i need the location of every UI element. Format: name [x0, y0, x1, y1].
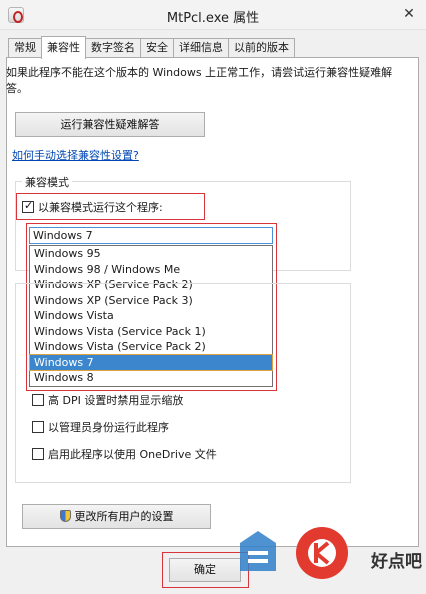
change-all-users-button[interactable]: 更改所有用户的设置 [22, 504, 211, 529]
setting-row-onedrive[interactable]: 启用此程序以使用 OneDrive 文件 [32, 446, 217, 462]
change-all-users-label: 更改所有用户的设置 [74, 510, 174, 523]
run-troubleshooter-button[interactable]: 运行兼容性疑难解答 [15, 112, 205, 137]
tab-details[interactable]: 详细信息 [173, 38, 229, 58]
setting-row-run-as-admin[interactable]: 以管理员身份运行此程序 [32, 419, 169, 435]
tab-strip: 常规 兼容性 数字签名 安全 详细信息 以前的版本 [8, 36, 295, 59]
tab-compatibility[interactable]: 兼容性 [41, 36, 86, 59]
tab-general[interactable]: 常规 [8, 38, 42, 58]
run-as-admin-checkbox[interactable] [32, 421, 44, 433]
close-button[interactable]: ✕ [398, 3, 420, 25]
title-bar: MtPcl.exe 属性 ✕ [0, 0, 426, 30]
manual-compat-link[interactable]: 如何手动选择兼容性设置? [12, 147, 139, 163]
setting-row-high-dpi[interactable]: 高 DPI 设置时禁用显示缩放 [32, 392, 183, 408]
compat-description: 如果此程序不能在这个版本的 Windows 上正常工作，请尝试运行兼容性疑难解答… [6, 66, 393, 95]
mode-option-win95[interactable]: Windows 95 [30, 246, 272, 262]
onedrive-checkbox[interactable] [32, 448, 44, 460]
watermark: 好点吧 [230, 521, 426, 591]
compat-mode-select[interactable]: Windows 7 [29, 227, 273, 244]
compat-mode-checkbox-label: 以兼容模式运行这个程序: [38, 201, 163, 214]
compat-mode-group-title: 兼容模式 [22, 174, 72, 190]
tab-digital-signatures[interactable]: 数字签名 [85, 38, 141, 58]
high-dpi-label: 高 DPI 设置时禁用显示缩放 [48, 394, 184, 407]
run-as-admin-label: 以管理员身份运行此程序 [48, 421, 169, 434]
compat-mode-checkbox-row[interactable]: 以兼容模式运行这个程序: [22, 199, 163, 215]
watermark-text: 好点吧 [371, 552, 422, 572]
uac-shield-icon [59, 510, 71, 522]
high-dpi-checkbox[interactable] [32, 394, 44, 406]
onedrive-label: 启用此程序以使用 OneDrive 文件 [48, 448, 217, 461]
window-title: MtPcl.exe 属性 [166, 11, 260, 26]
mode-option-win98[interactable]: Windows 98 / Windows Me [30, 262, 272, 278]
tab-security[interactable]: 安全 [140, 38, 174, 58]
tab-previous-versions[interactable]: 以前的版本 [228, 38, 295, 58]
compat-mode-checkbox[interactable] [22, 199, 34, 213]
